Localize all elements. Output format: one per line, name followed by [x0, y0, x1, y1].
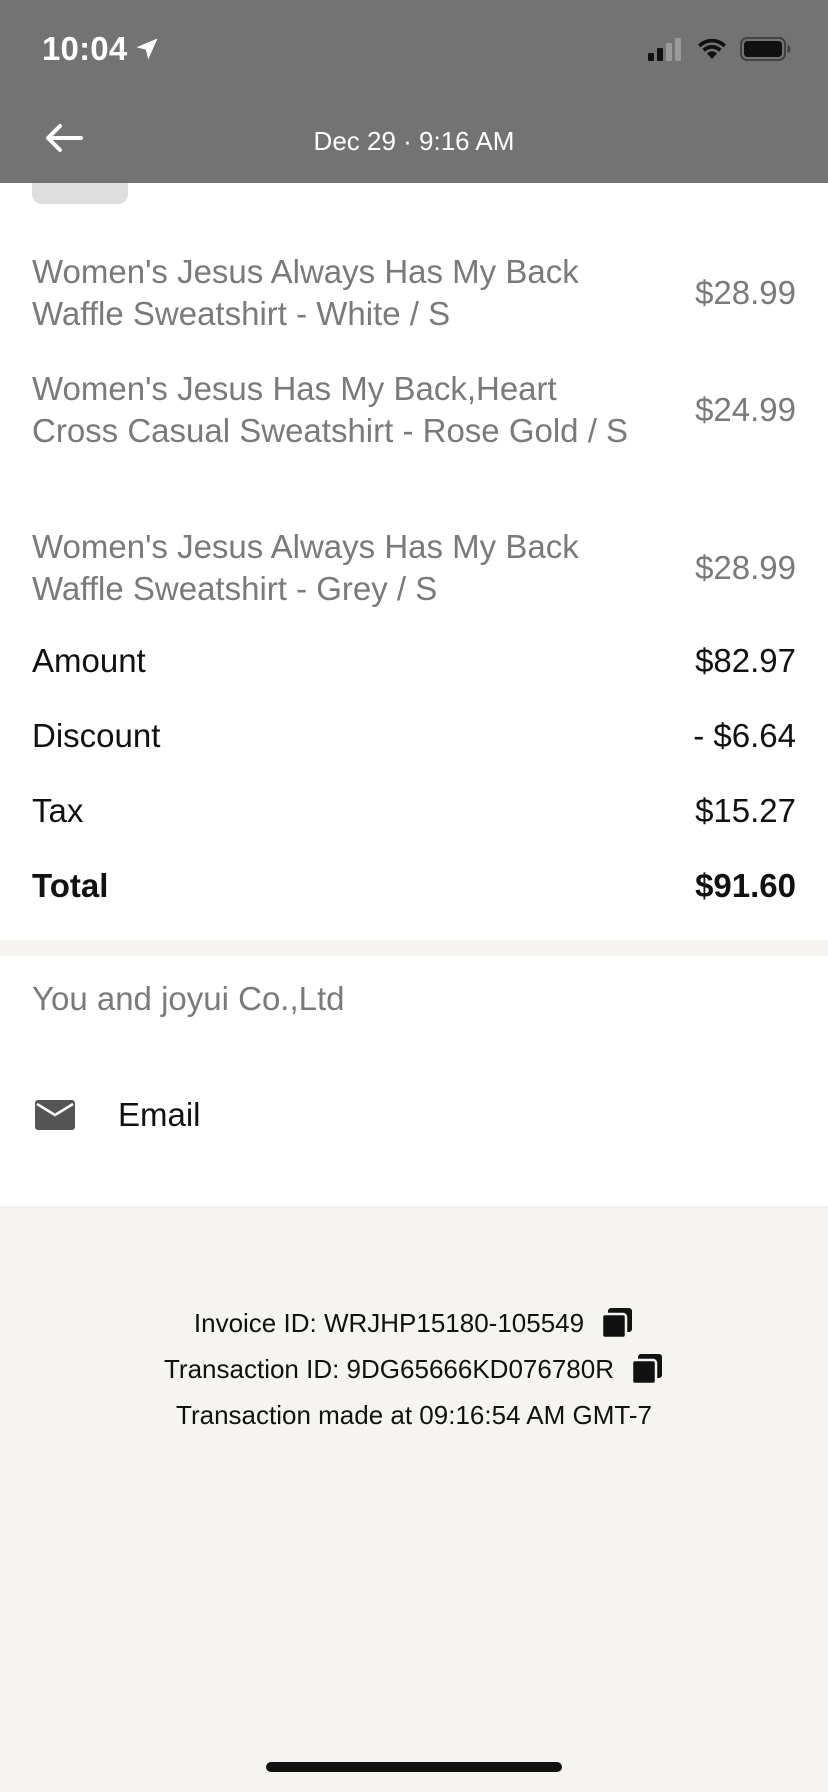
- transaction-id: Transaction ID: 9DG65666KD076780R: [164, 1353, 614, 1384]
- item-name: Women's Jesus Always Has My Back Waffle …: [32, 253, 579, 332]
- invoice-line: Invoice ID: WRJHP15180-105549: [0, 1300, 828, 1346]
- item-price: $28.99: [695, 549, 796, 586]
- page-title: Dec 29 · 9:16 AM: [313, 126, 515, 156]
- wifi-icon: [698, 38, 726, 59]
- status-bar: 10:04: [0, 0, 828, 100]
- discount-row: Discount - $6.64: [32, 717, 796, 755]
- discount-label: Discount: [32, 717, 161, 754]
- location-arrow-icon: [136, 38, 158, 60]
- item-name: Women's Jesus Has My Back,Heart Cross Ca…: [32, 370, 629, 449]
- transaction-made-at: Transaction made at 09:16:54 AM GMT-7: [176, 1399, 652, 1430]
- tax-value: $15.27: [695, 792, 796, 829]
- amount-label: Amount: [32, 642, 146, 679]
- list-item: Women's Jesus Always Has My Back Waffle …: [32, 251, 796, 335]
- home-indicator: [266, 1762, 562, 1772]
- email-button[interactable]: Email: [32, 1092, 201, 1138]
- merchant-card: You and joyui Co.,Ltd Email: [0, 956, 828, 1206]
- receipt-card: Women's Jesus Always Has My Back Waffle …: [0, 183, 828, 940]
- status-icons: [648, 36, 792, 62]
- divider: [0, 940, 828, 956]
- envelope-icon: [32, 1092, 78, 1138]
- header: 10:04 Dec 29 · 9:16 AM: [0, 0, 828, 183]
- merchant-name: You and joyui Co.,Ltd: [32, 980, 345, 1017]
- nav-bar: Dec 29 · 9:16 AM: [0, 100, 828, 183]
- total-label: Total: [32, 867, 109, 904]
- transaction-line: Transaction ID: 9DG65666KD076780R: [0, 1346, 828, 1392]
- transaction-time: Transaction made at 09:16:54 AM GMT-7: [0, 1392, 828, 1438]
- status-time: 10:04: [42, 30, 128, 67]
- total-row: Total $91.60: [32, 867, 796, 905]
- email-label: Email: [118, 1096, 201, 1133]
- amount-value: $82.97: [695, 642, 796, 679]
- discount-value: - $6.64: [693, 717, 796, 754]
- invoice-id: Invoice ID: WRJHP15180-105549: [193, 1307, 585, 1338]
- copy-icon[interactable]: [630, 1352, 664, 1386]
- list-item: Women's Jesus Always Has My Back Waffle …: [32, 526, 796, 610]
- tax-label: Tax: [32, 792, 84, 829]
- tax-row: Tax $15.27: [32, 792, 796, 830]
- amount-row: Amount $82.97: [32, 642, 796, 680]
- copy-icon[interactable]: [600, 1306, 634, 1340]
- list-item: Women's Jesus Has My Back,Heart Cross Ca…: [32, 368, 796, 452]
- transaction-info: Invoice ID: WRJHP15180-105549 Transactio…: [0, 1300, 828, 1438]
- item-thumbnail: [32, 183, 128, 204]
- status-time-wrap: 10:04: [42, 30, 161, 68]
- battery-icon: [740, 37, 791, 61]
- signal-icon: [648, 38, 681, 61]
- item-name: Women's Jesus Always Has My Back Waffle …: [32, 528, 579, 607]
- item-price: $24.99: [695, 391, 796, 428]
- total-value: $91.60: [695, 867, 796, 904]
- item-price: $28.99: [695, 274, 796, 311]
